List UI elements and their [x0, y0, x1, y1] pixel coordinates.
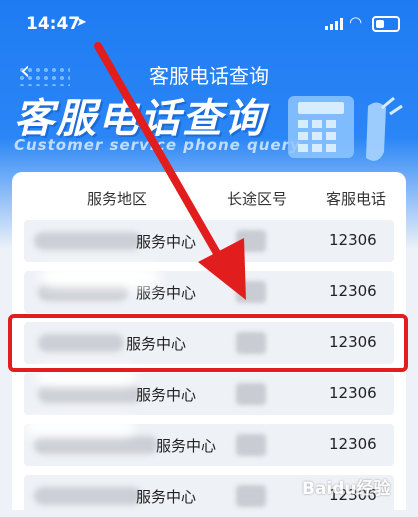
annotation-arrow-icon — [94, 42, 246, 300]
watermark: Baidu经验 — [302, 479, 391, 499]
